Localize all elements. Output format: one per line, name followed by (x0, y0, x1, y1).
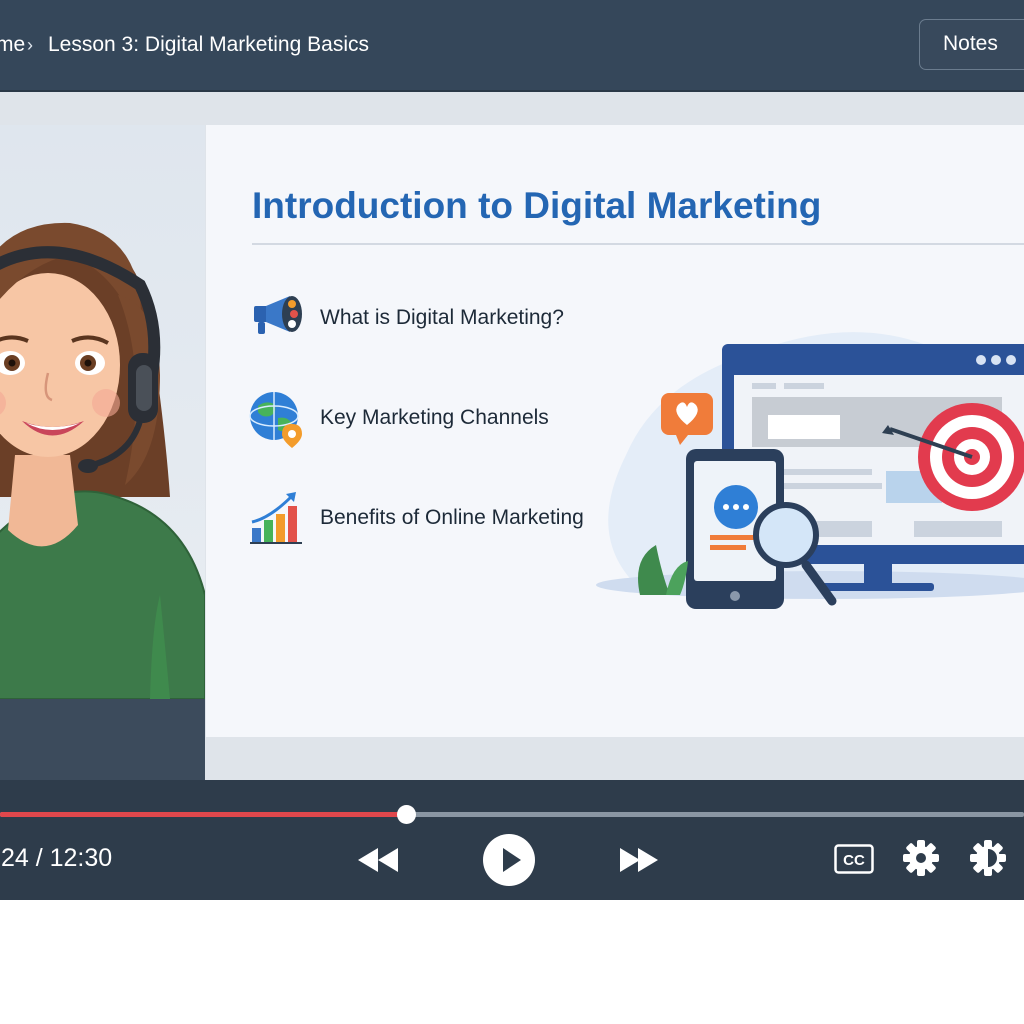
megaphone-icon (254, 296, 302, 334)
lesson-slide: Introduction to Digital Marketing What i… (206, 125, 1024, 737)
video-stage[interactable]: Introduction to Digital Marketing What i… (0, 92, 1024, 830)
play-icon[interactable] (483, 834, 535, 886)
slide-title: Introduction to Digital Marketing (252, 185, 822, 226)
bullet-text: Key Marketing Channels (320, 406, 549, 429)
lesson-header: me › Lesson 3: Digital Marketing Basics … (0, 0, 1024, 92)
slide-divider (252, 243, 1024, 245)
breadcrumb-home[interactable]: me (0, 33, 25, 57)
progress-fill (0, 812, 406, 817)
time-display: :24 / 12:30 (0, 844, 113, 872)
closed-captions-icon[interactable]: CC (834, 844, 874, 874)
breadcrumb-separator: › (27, 35, 33, 55)
presenter-video (0, 125, 205, 699)
page-background (0, 900, 1024, 1024)
growth-chart-icon (250, 492, 302, 544)
digital-marketing-illustration (596, 332, 1024, 609)
bullet-text: Benefits of Online Marketing (320, 506, 584, 529)
player-controls: :24 / 12:30 CC (0, 780, 1024, 900)
svg-text:CC: CC (843, 852, 865, 869)
quality-icon[interactable] (969, 840, 1007, 876)
fast-forward-icon[interactable] (618, 848, 660, 872)
progress-thumb[interactable] (396, 805, 416, 824)
notes-button[interactable]: Notes (919, 19, 1024, 70)
presenter-avatar (0, 222, 205, 699)
bullet-text: What is Digital Marketing? (320, 306, 564, 329)
rewind-icon[interactable] (358, 848, 400, 872)
globe-location-icon (249, 392, 302, 448)
gear-icon[interactable] (903, 840, 939, 876)
progress-bar[interactable] (0, 805, 1024, 824)
breadcrumb-lesson: Lesson 3: Digital Marketing Basics (48, 33, 369, 56)
